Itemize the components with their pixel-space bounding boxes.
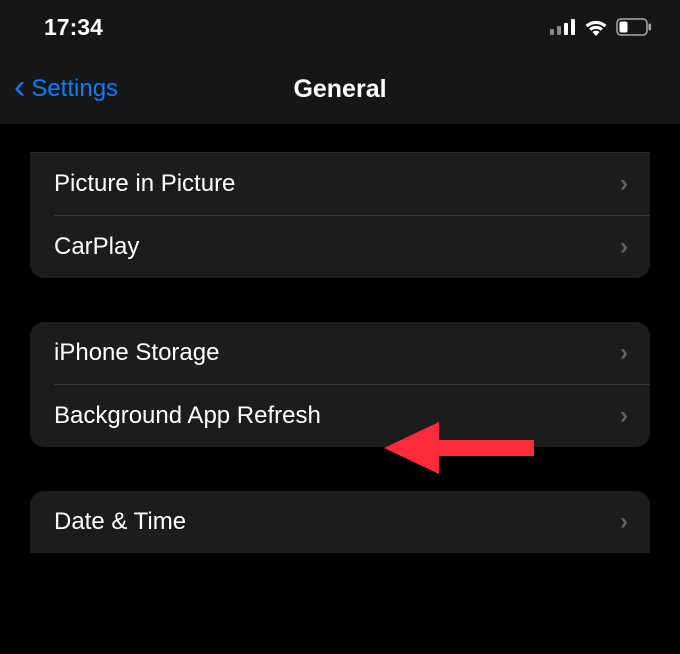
status-bar: 17:34 [0,0,680,54]
chevron-right-icon: › [620,402,628,430]
row-label: iPhone Storage [54,339,219,367]
row-label: CarPlay [54,233,139,261]
battery-icon [616,18,652,36]
nav-bar: ‹ Settings General [0,54,680,124]
chevron-right-icon: › [620,339,628,367]
chevron-right-icon: › [620,170,628,198]
settings-section-storage: iPhone Storage › Background App Refresh … [30,322,650,447]
settings-section-datetime: Date & Time › [30,491,650,553]
row-label: Date & Time [54,508,186,536]
row-label: Background App Refresh [54,402,321,430]
chevron-right-icon: › [620,508,628,536]
cellular-icon [550,19,576,35]
wifi-icon [584,18,608,36]
back-label: Settings [31,75,118,103]
status-time: 17:34 [44,14,103,41]
row-picture-in-picture[interactable]: Picture in Picture › [30,153,650,215]
chevron-right-icon: › [620,233,628,261]
content: Picture in Picture › CarPlay › iPhone St… [0,124,680,553]
row-carplay[interactable]: CarPlay › [30,216,650,278]
status-indicators [550,18,652,36]
row-iphone-storage[interactable]: iPhone Storage › [30,322,650,384]
row-label: Picture in Picture [54,170,235,198]
chevron-left-icon: ‹ [14,70,25,104]
row-date-time[interactable]: Date & Time › [30,491,650,553]
row-background-app-refresh[interactable]: Background App Refresh › [30,385,650,447]
page-title: General [293,75,386,104]
back-button[interactable]: ‹ Settings [14,72,118,106]
settings-section-media: Picture in Picture › CarPlay › [30,152,650,278]
